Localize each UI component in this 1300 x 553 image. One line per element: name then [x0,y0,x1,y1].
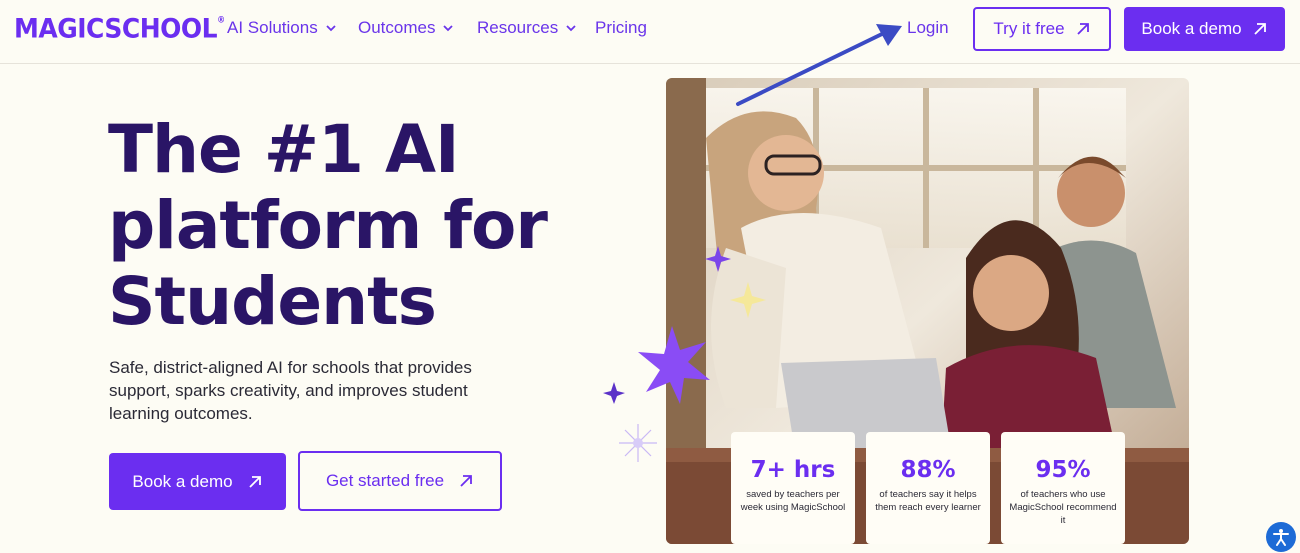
stat-description: of teachers say it helps them reach ever… [875,489,981,513]
stat-value: 88% [900,457,956,483]
accessibility-icon [1273,529,1289,546]
book-demo-button[interactable]: Book a demo [109,453,286,510]
sparkle-icon [619,424,657,462]
headline-line: The #1 AI [108,111,460,188]
stat-card-recommend: 95% of teachers who use MagicSchool reco… [1001,432,1125,544]
top-nav: MAGICSCHOOL® AI Solutions Outcomes Resou… [0,0,1300,64]
nav-item-label: Outcomes [358,18,436,37]
accessibility-button[interactable] [1266,522,1296,552]
nav-item-label: Resources [477,18,559,37]
book-demo-nav-button[interactable]: Book a demo [1124,7,1285,51]
button-label: Get started free [325,471,445,490]
login-link[interactable]: Login [907,18,949,38]
headline-line: Students [108,263,437,340]
logo-registered-mark: ® [217,14,225,25]
get-started-free-button[interactable]: Get started free [298,451,502,511]
sparkle-icon [633,438,643,448]
button-label: Try it free [993,19,1065,38]
stat-card-reach: 88% of teachers say it helps them reach … [866,432,990,544]
sparkle-icon [603,382,625,404]
stat-description: of teachers who use MagicSchool recommen… [1009,489,1117,526]
button-label: Book a demo [132,471,233,491]
nav-resources[interactable]: Resources [477,18,576,38]
arrow-up-right-icon [460,475,472,487]
chevron-down-icon [566,25,576,32]
nav-item-label: AI Solutions [227,18,318,37]
headline-line: platform for [108,187,548,264]
arrow-up-right-icon [248,475,261,488]
nav-ai-solutions[interactable]: AI Solutions [227,18,336,38]
stat-description: saved by teachers per week using MagicSc… [740,489,846,513]
arrow-up-right-icon [1076,23,1089,35]
magicschool-logo[interactable]: MAGICSCHOOL® [14,13,225,44]
try-it-free-button[interactable]: Try it free [973,7,1111,51]
chevron-down-icon [443,25,454,32]
stat-card-hours: 7+ hrs saved by teachers per week using … [731,432,855,544]
nav-pricing[interactable]: Pricing [595,18,647,38]
arrow-up-right-icon [1253,23,1266,35]
hero-headline: The #1 AI platform for Students [108,112,588,340]
logo-text: MAGICSCHOOL [14,12,218,45]
nav-outcomes[interactable]: Outcomes [358,18,454,38]
nav-item-label: Pricing [595,18,647,37]
hero-subtext: Safe, district-aligned AI for schools th… [109,358,472,423]
stat-value: 7+ hrs [750,457,836,483]
chevron-down-icon [326,25,336,32]
stat-value: 95% [1035,457,1091,483]
button-label: Book a demo [1141,19,1242,38]
